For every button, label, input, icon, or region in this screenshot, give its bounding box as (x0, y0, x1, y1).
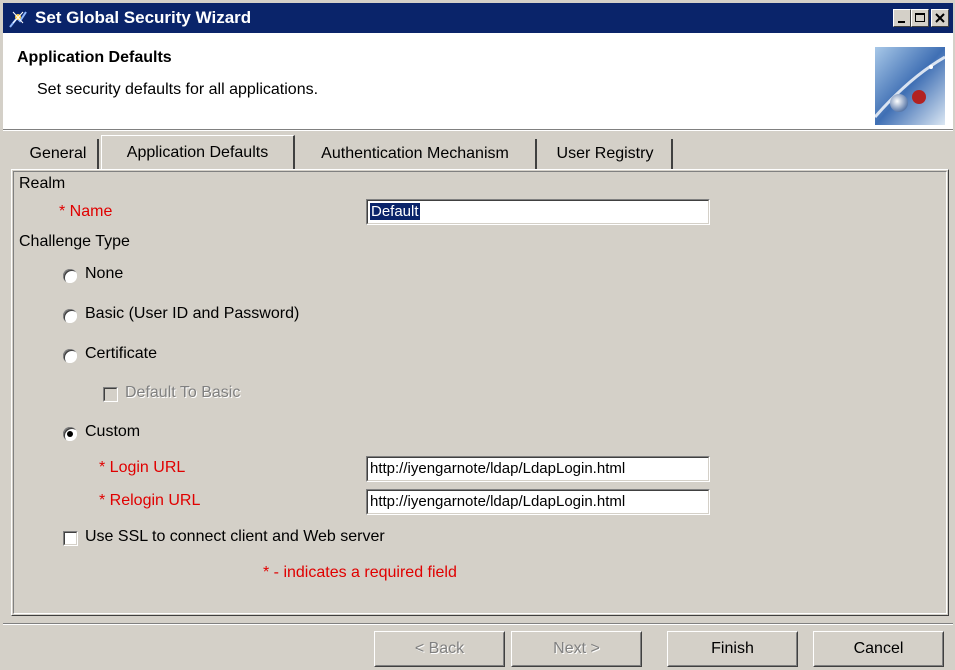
cancel-button-label: Cancel (853, 640, 904, 657)
relogin-url-field[interactable]: http://iyengarnote/ldap/LdapLogin.html (366, 489, 710, 515)
tab-label: General (29, 145, 87, 162)
default-to-basic-label: Default To Basic (125, 384, 241, 401)
page-subtitle: Set security defaults for all applicatio… (37, 81, 319, 98)
next-button-label: Next > (553, 640, 600, 657)
use-ssl-label[interactable]: Use SSL to connect client and Web server (85, 528, 385, 546)
login-url-field[interactable]: http://iyengarnote/ldap/LdapLogin.html (366, 456, 710, 482)
minimize-button[interactable] (893, 9, 911, 27)
back-button[interactable]: < Back (374, 631, 505, 667)
radio-certificate[interactable] (63, 349, 77, 363)
tab-label: Authentication Mechanism (321, 145, 509, 162)
close-button[interactable] (931, 9, 949, 27)
finish-button[interactable]: Finish (667, 631, 798, 667)
tab-label: Application Defaults (126, 144, 269, 161)
radio-custom[interactable] (63, 427, 77, 441)
tab-authentication-mechanism[interactable]: Authentication Mechanism (295, 139, 537, 169)
challenge-type-label: Challenge Type (19, 233, 130, 250)
window-title: Set Global Security Wizard (35, 8, 252, 27)
radio-none-label[interactable]: None (85, 265, 123, 283)
page-title: Application Defaults (17, 49, 172, 66)
tab-user-registry[interactable]: User Registry (539, 139, 673, 169)
wizard-window: Set Global Security Wizard Application D… (0, 0, 955, 670)
relogin-url-label: * Relogin URL (99, 492, 201, 509)
wizard-header: Application Defaults Set security defaul… (3, 33, 953, 129)
name-label: * Name (59, 203, 113, 220)
login-url-label: * Login URL (99, 459, 186, 476)
maximize-button[interactable] (911, 9, 929, 27)
radio-basic-label[interactable]: Basic (User ID and Password) (85, 305, 299, 323)
cancel-button[interactable]: Cancel (813, 631, 944, 667)
login-url-value: http://iyengarnote/ldap/LdapLogin.html (370, 460, 626, 477)
tab-application-defaults[interactable]: Application Defaults (101, 135, 295, 169)
use-ssl-checkbox[interactable] (63, 531, 78, 546)
realm-label: Realm (19, 175, 66, 192)
close-icon (935, 13, 945, 23)
back-button-label: < Back (414, 640, 465, 657)
name-field[interactable]: Default (366, 199, 710, 225)
radio-none[interactable] (63, 269, 77, 283)
radio-certificate-label[interactable]: Certificate (85, 345, 157, 363)
globe-banner-icon (875, 47, 945, 125)
radio-custom-label[interactable]: Custom (85, 423, 140, 441)
minimize-icon (898, 21, 905, 23)
header-separator (3, 129, 953, 131)
title-bar[interactable]: Set Global Security Wizard (3, 3, 953, 33)
tab-label: User Registry (556, 145, 654, 162)
footer-separator (3, 623, 953, 625)
relogin-url-value: http://iyengarnote/ldap/LdapLogin.html (370, 493, 626, 510)
tab-general[interactable]: General (19, 139, 99, 169)
name-value: Default (370, 203, 420, 220)
next-button[interactable]: Next > (511, 631, 642, 667)
default-to-basic-checkbox[interactable] (103, 387, 118, 402)
maximize-icon (915, 13, 925, 22)
radio-basic[interactable] (63, 309, 77, 323)
wizard-app-icon (9, 11, 27, 28)
finish-button-label: Finish (711, 640, 754, 657)
required-field-note: * - indicates a required field (263, 564, 457, 581)
